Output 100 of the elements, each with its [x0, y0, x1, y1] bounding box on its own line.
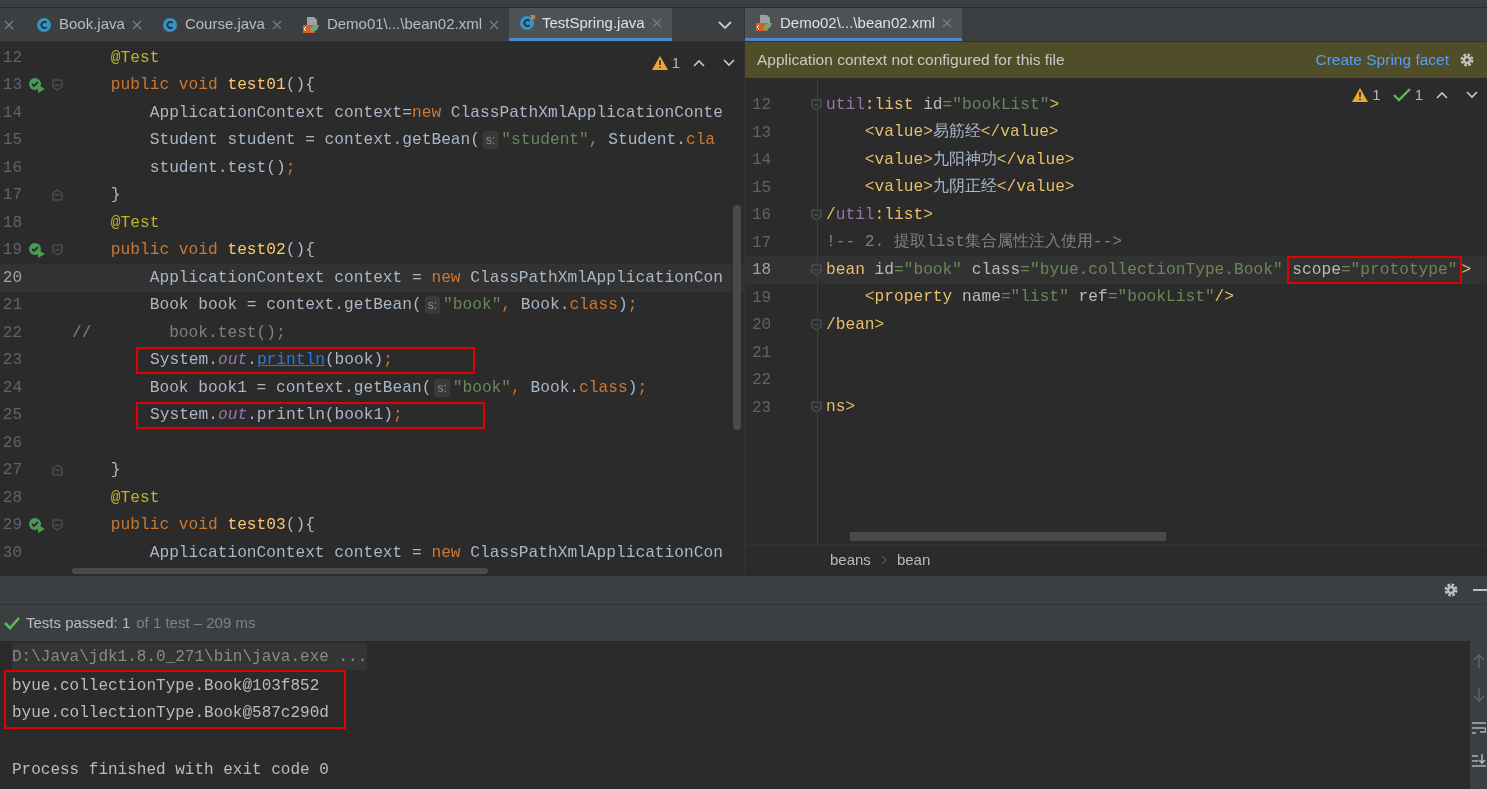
- line-number: 23: [2, 350, 22, 372]
- settings-icon[interactable]: [1443, 582, 1459, 598]
- line-number: 18: [752, 261, 772, 280]
- chevron-up-icon[interactable]: [1435, 90, 1449, 101]
- code-line: <property name="list" ref="bookList"/>: [863, 287, 1235, 309]
- fold-marker-icon[interactable]: [52, 79, 63, 92]
- line-number: 24: [2, 377, 22, 399]
- fold-marker-icon[interactable]: [52, 244, 63, 257]
- editor-tab[interactable]: Course.java: [151, 8, 292, 41]
- create-facet-link[interactable]: Create Spring facet: [1315, 48, 1449, 72]
- line-number: 17: [2, 185, 22, 207]
- line-number: 29: [2, 515, 22, 537]
- code-line: @Test: [109, 47, 160, 69]
- line-number: 21: [2, 295, 22, 317]
- breadcrumb-item[interactable]: beans: [830, 548, 871, 572]
- line-number: 20: [2, 267, 22, 289]
- warning-count[interactable]: 1: [651, 52, 680, 75]
- line-number: 14: [2, 102, 22, 124]
- code-line: @Test: [109, 212, 160, 234]
- arrow-up-icon[interactable]: [1472, 653, 1485, 669]
- fold-marker-icon[interactable]: [811, 263, 822, 276]
- close-icon[interactable]: [942, 18, 953, 28]
- fold-marker-icon[interactable]: [52, 464, 63, 477]
- test-detail: of 1 test – 209 ms: [136, 612, 256, 633]
- close-icon[interactable]: [651, 18, 662, 28]
- line-number: 19: [2, 240, 22, 262]
- settings-icon[interactable]: [1459, 52, 1475, 68]
- editor-tab[interactable]: Demo01\...\bean02.xml: [291, 8, 509, 41]
- chevron-down-icon[interactable]: [722, 58, 736, 69]
- editor-tab[interactable]: Book.java: [26, 8, 152, 41]
- line-number: 25: [2, 405, 22, 427]
- code-line: <value>九阳神功</value>: [863, 149, 1075, 171]
- breadcrumb-item[interactable]: bean: [896, 548, 931, 572]
- code-line: student.test();: [148, 157, 296, 179]
- close-icon[interactable]: [4, 19, 14, 30]
- code-line: // book.test();: [72, 322, 286, 344]
- code-text: bean id="book" class="byue.collectionType.Book": [826, 259, 1284, 281]
- check-count[interactable]: 1: [1392, 84, 1423, 107]
- class-file-icon: [161, 16, 178, 33]
- line-number: 27: [2, 460, 22, 482]
- code-line: public void test02(){: [109, 240, 315, 262]
- line-number: 12: [2, 47, 22, 69]
- line-number: 15: [752, 178, 772, 197]
- chevron-up-icon[interactable]: [692, 58, 706, 69]
- close-icon[interactable]: [489, 19, 499, 30]
- line-number: 16: [2, 157, 22, 179]
- code-line: ns>: [826, 397, 856, 419]
- line-number: 30: [2, 542, 22, 564]
- fold-marker-icon[interactable]: [811, 318, 822, 331]
- line-number: 23: [752, 398, 772, 417]
- code-line: ApplicationContext context = new ClassPathXmlApplicationCon: [148, 542, 723, 564]
- run-test-icon[interactable]: [28, 77, 46, 94]
- fold-marker-icon[interactable]: [811, 401, 822, 414]
- highlight-box: System.out.println(book);: [136, 346, 475, 374]
- chevron-down-icon[interactable]: [1465, 90, 1479, 101]
- code-line: Student student = context.getBean( s: "student", Student.cla: [148, 130, 716, 152]
- editor-tab[interactable]: TestSpring.java: [509, 8, 672, 41]
- fold-marker-icon[interactable]: [811, 98, 822, 111]
- chevron-down-icon[interactable]: [718, 19, 732, 30]
- console-line: Process finished with exit code 0: [12, 759, 329, 781]
- fold-marker-icon[interactable]: [52, 189, 63, 202]
- line-number: 19: [752, 288, 772, 307]
- scrollbar[interactable]: [850, 532, 1166, 541]
- console-line: byue.collectionType.Book@587c290d: [12, 703, 329, 725]
- fold-marker-icon[interactable]: [52, 519, 63, 532]
- code-line: }: [109, 185, 121, 207]
- minimize-icon[interactable]: [1473, 588, 1487, 592]
- line-number: 21: [752, 343, 772, 362]
- line-number: 17: [752, 233, 772, 252]
- scrollbar[interactable]: [733, 205, 741, 430]
- scrollbar[interactable]: [72, 568, 488, 574]
- arrow-down-icon[interactable]: [1472, 687, 1485, 703]
- editor-tab[interactable]: Demo02\...\bean02.xml: [745, 8, 963, 41]
- code-line: /util:list>: [826, 204, 933, 226]
- line-number: 26: [2, 432, 22, 454]
- code-line: ApplicationContext context=new ClassPathXmlApplicationConte: [148, 102, 723, 124]
- banner-message: Application context not configured for this file: [757, 50, 1065, 71]
- close-icon[interactable]: [131, 19, 142, 30]
- soft-wrap-icon[interactable]: [1471, 721, 1486, 735]
- line-number: 13: [752, 123, 772, 142]
- code-line: ApplicationContext context = new ClassPathXmlApplicationCon: [148, 267, 723, 289]
- code-line: @Test: [109, 487, 160, 509]
- warning-count[interactable]: 1: [1352, 84, 1381, 107]
- class-file-icon: [519, 15, 535, 31]
- code-line: }: [109, 460, 121, 482]
- warning-icon: [651, 56, 668, 71]
- code-line: <value>九阴正经</value>: [863, 177, 1075, 199]
- code-line: Book book1 = context.getBean( s: "book", Book.class);: [148, 377, 648, 399]
- scroll-to-end-icon[interactable]: [1471, 753, 1486, 767]
- run-test-icon[interactable]: [28, 517, 46, 534]
- code-line: public void test01(){: [109, 75, 315, 97]
- line-number: 18: [2, 212, 22, 234]
- line-number: 22: [2, 322, 22, 344]
- fold-marker-icon[interactable]: [811, 208, 822, 221]
- checkmark-icon: [1392, 88, 1411, 103]
- test-summary: Tests passed: 1: [26, 612, 131, 633]
- xml-file-icon: [301, 15, 320, 34]
- code-line: Book book = context.getBean( s: "book", Book.class);: [148, 295, 638, 317]
- close-icon[interactable]: [271, 19, 282, 30]
- run-test-icon[interactable]: [28, 242, 46, 259]
